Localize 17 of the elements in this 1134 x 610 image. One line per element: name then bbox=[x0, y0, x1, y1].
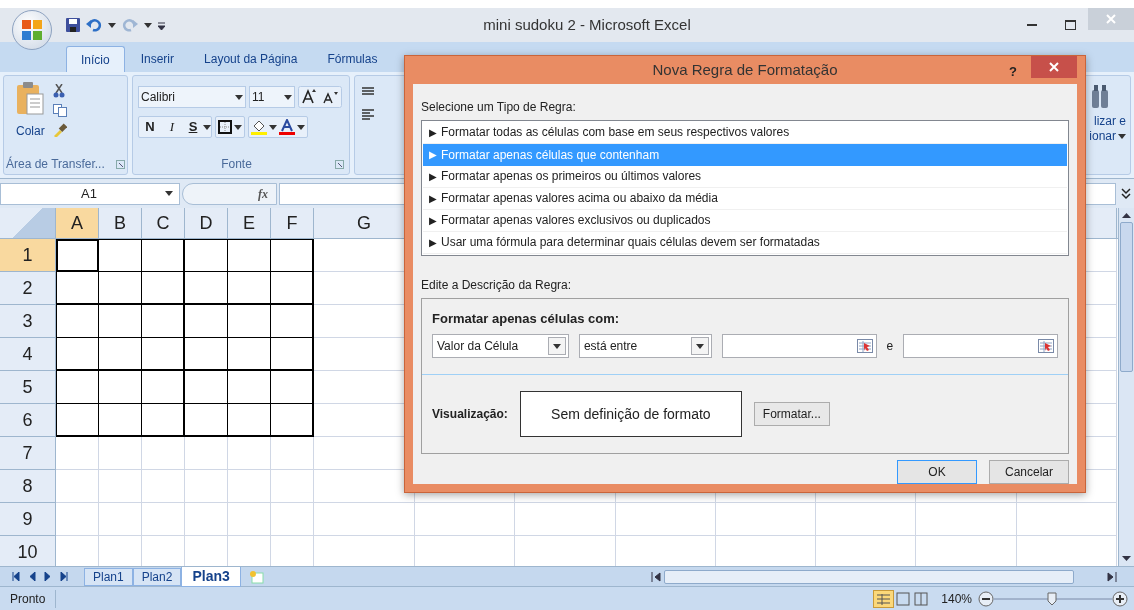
triangle-marker: ▶ bbox=[429, 191, 437, 206]
window-title: mini sudoku 2 - Microsoft Excel bbox=[483, 14, 691, 35]
group-title: Área de Transfer... bbox=[6, 155, 105, 173]
triangle-marker: ▶ bbox=[429, 148, 437, 162]
preview-label: Visualização: bbox=[432, 406, 508, 423]
triangle-marker: ▶ bbox=[429, 125, 437, 140]
status-text: Pronto bbox=[0, 589, 57, 608]
section-label: Edite a Descrição da Regra: bbox=[421, 276, 573, 294]
section-heading: Formatar apenas células com: bbox=[432, 309, 621, 328]
section-label: Selecione um Tipo de Regra: bbox=[421, 98, 577, 116]
format-preview: Sem definição de formato bbox=[519, 391, 742, 437]
group-title: Fonte bbox=[221, 156, 252, 173]
triangle-marker: ▶ bbox=[429, 169, 437, 184]
dialog-title: Nova Regra de Formatação bbox=[652, 59, 838, 80]
joiner-text: e bbox=[886, 338, 894, 355]
triangle-marker: ▶ bbox=[429, 213, 437, 228]
triangle-marker: ▶ bbox=[429, 235, 437, 250]
